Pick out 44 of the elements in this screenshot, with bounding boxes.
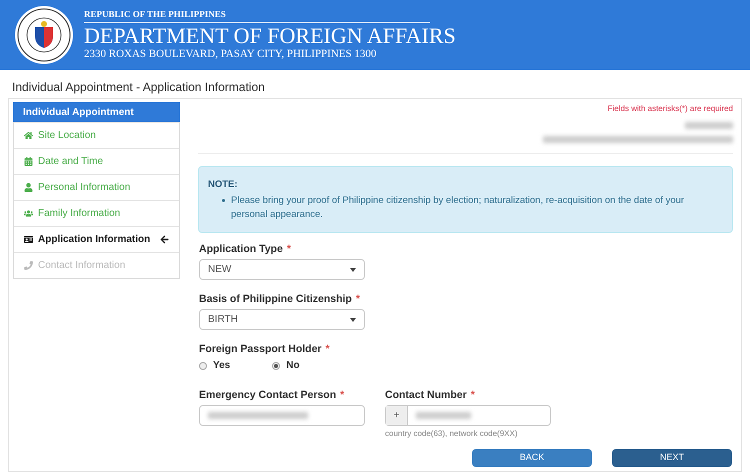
radio-button[interactable] (199, 362, 207, 370)
field-label: Application Type (199, 243, 283, 256)
bullet-icon (222, 199, 225, 202)
header-address: 2330 ROXAS BOULEVARD, PASAY CITY, PHILIPPINES 1300 (84, 49, 378, 60)
sidebar-item[interactable]: Application Information (14, 226, 179, 252)
note-title: NOTE: (208, 179, 239, 191)
required-asterisk: * (470, 389, 475, 402)
people-icon (24, 209, 33, 218)
arrow-left-icon (160, 235, 169, 244)
required-asterisk: * (356, 293, 360, 306)
radio-option[interactable]: No (272, 360, 300, 372)
field-label: Contact Number (385, 389, 467, 402)
caret-icon (350, 268, 356, 272)
caret-icon (350, 318, 356, 322)
home-icon (24, 131, 33, 140)
header-kicker: REPUBLIC OF THE PHILIPPINES (84, 10, 430, 23)
radio-option[interactable]: Yes (199, 360, 230, 372)
required-asterisk: * (326, 343, 330, 356)
input-field[interactable]: + (385, 405, 551, 426)
required-note: Fields with asterisks(*) are required (608, 104, 733, 114)
seal-logo (14, 5, 74, 65)
blurred-text (685, 122, 733, 129)
header-title: DEPARTMENT OF FOREIGN AFFAIRS (84, 25, 456, 47)
next-button[interactable]: NEXT (612, 449, 732, 467)
select-field[interactable]: BIRTH (199, 309, 365, 330)
input-field[interactable] (199, 405, 365, 426)
card-icon (24, 235, 33, 244)
field-label: Foreign Passport Holder (199, 343, 322, 356)
required-asterisk: * (286, 243, 291, 256)
select-field[interactable]: NEW (199, 259, 365, 280)
input-prefix: + (386, 406, 408, 425)
field-label: Emergency Contact Person (199, 389, 336, 402)
blurred-text (416, 412, 471, 419)
radio-button[interactable] (272, 362, 280, 370)
page-title: Individual Appointment - Application Information (11, 79, 266, 96)
field-label: Basis of Philippine Citizenship (199, 293, 352, 306)
required-asterisk: * (340, 389, 344, 402)
calendar-icon (24, 157, 33, 166)
phone-icon (24, 261, 33, 270)
field-hint: country code(63), network code(9XX) (385, 429, 519, 439)
back-button[interactable]: BACK (472, 449, 592, 467)
note-text: Please bring your proof of Philippine citizenship by election; naturalization, re-acquisition on the date of your personal appearance. (231, 194, 686, 222)
person-icon (24, 183, 33, 192)
sidebar-header: Individual Appointment (13, 102, 180, 122)
